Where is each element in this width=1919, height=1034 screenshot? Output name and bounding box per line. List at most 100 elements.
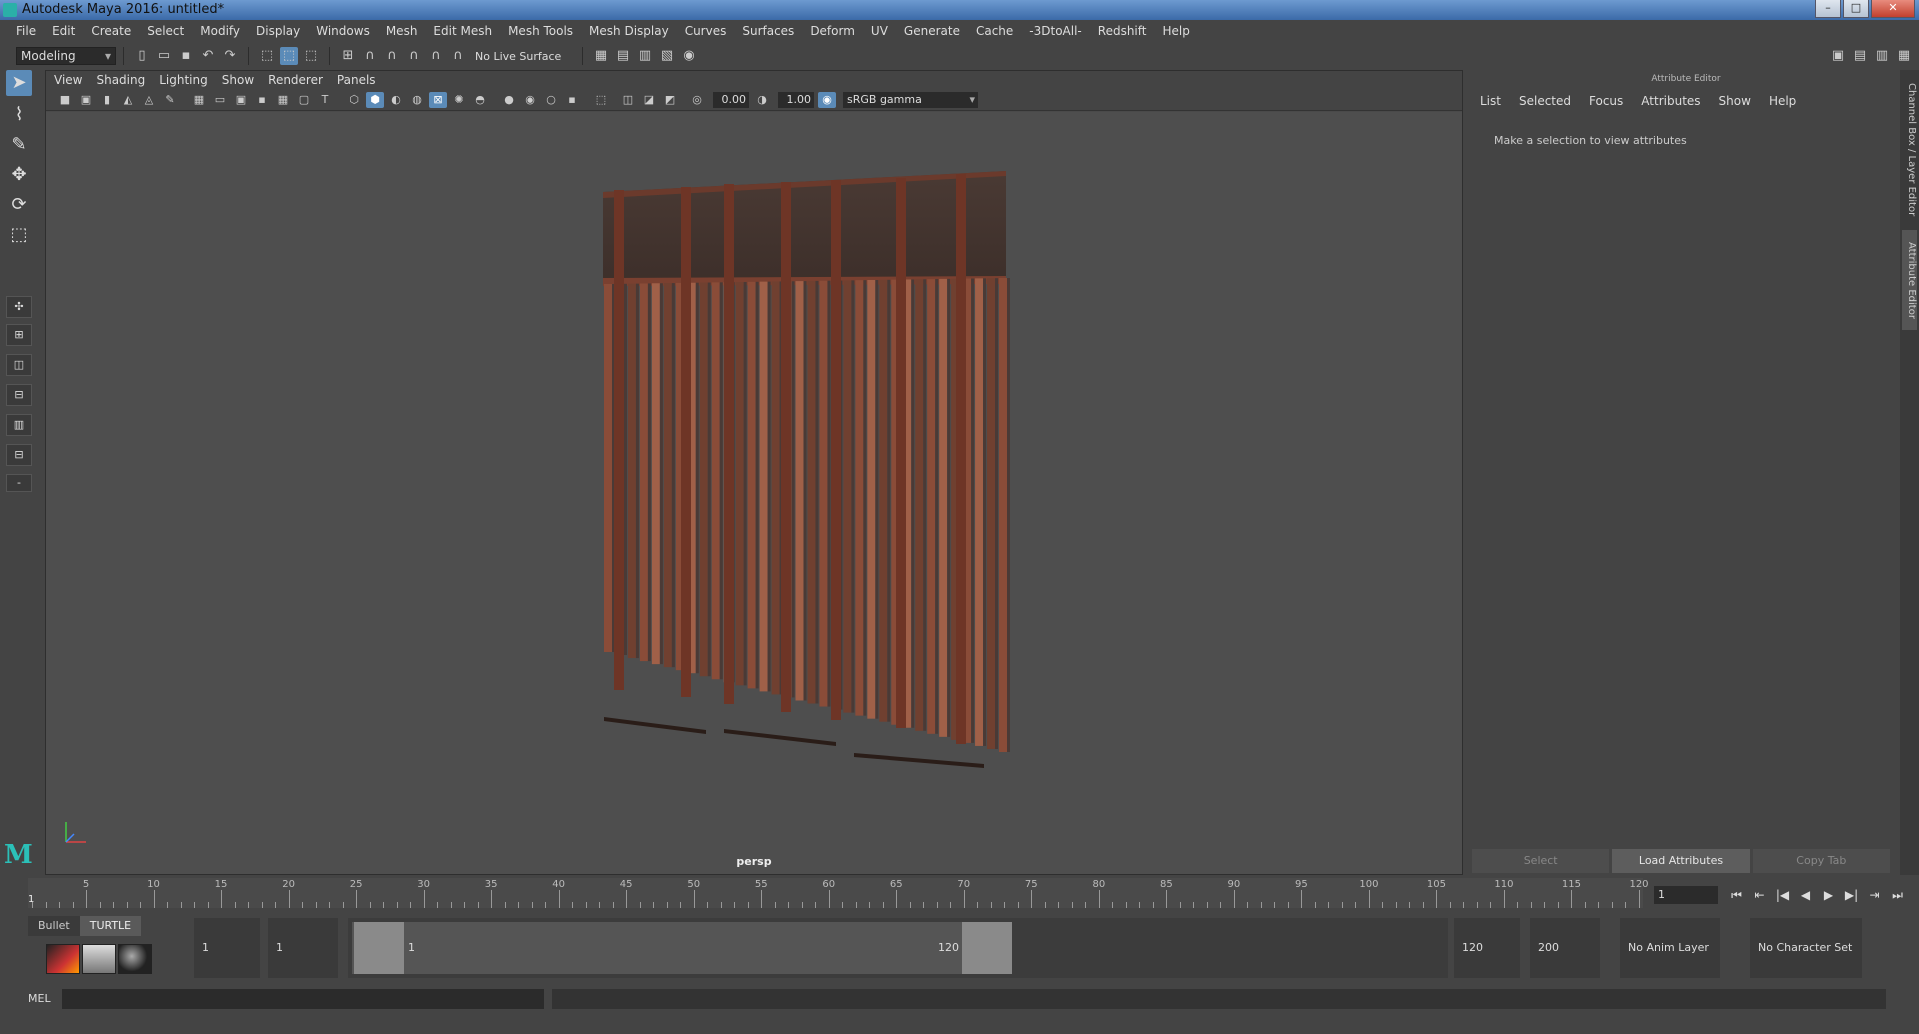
- hypershade-icon[interactable]: ◉: [680, 47, 698, 65]
- anim-layer-dropdown[interactable]: No Anim Layer: [1620, 918, 1720, 978]
- time-ruler[interactable]: 1 5 10 15 20 25 30 35 40 45 50 55 60 65 70 75 80 85 90 95 1…: [28, 878, 1649, 908]
- default-material-icon[interactable]: ◍: [408, 92, 426, 108]
- menu-edit-mesh[interactable]: Edit Mesh: [425, 24, 500, 38]
- depth-of-field-icon[interactable]: ▪: [563, 92, 581, 108]
- four-pane-layout-icon[interactable]: ⊞: [6, 324, 32, 346]
- two-d-pan-icon[interactable]: ◬: [140, 92, 158, 108]
- end-time-field[interactable]: 200: [1530, 918, 1600, 978]
- menu-cache[interactable]: Cache: [968, 24, 1021, 38]
- menu-mesh-display[interactable]: Mesh Display: [581, 24, 677, 38]
- move-tool-icon[interactable]: ✥: [6, 162, 32, 188]
- bookmark-icon[interactable]: ▮: [98, 92, 116, 108]
- field-chart-icon[interactable]: ▦: [274, 92, 292, 108]
- undo-icon[interactable]: ↶: [199, 47, 217, 65]
- playback-start-field[interactable]: 1: [268, 918, 338, 978]
- mel-label[interactable]: MEL: [28, 992, 51, 1005]
- attribute-editor-tab[interactable]: Attribute Editor: [1902, 230, 1917, 330]
- step-forward-frame-icon[interactable]: ▶|: [1842, 886, 1861, 904]
- panel-menu-lighting[interactable]: Lighting: [159, 73, 218, 87]
- menu-windows[interactable]: Windows: [308, 24, 378, 38]
- anti-aliasing-icon[interactable]: ○: [542, 92, 560, 108]
- two-pane-layout-icon[interactable]: ◫: [6, 354, 32, 376]
- step-back-key-icon[interactable]: ⇤: [1750, 886, 1769, 904]
- isolate-select-icon[interactable]: ⬚: [592, 92, 610, 108]
- safe-title-icon[interactable]: T: [316, 92, 334, 108]
- xray-components-icon[interactable]: ◩: [661, 92, 679, 108]
- minimize-icon[interactable]: –: [1815, 0, 1841, 18]
- load-attributes-button[interactable]: Load Attributes: [1612, 849, 1750, 873]
- attribute-editor-toggle-icon[interactable]: ▤: [1851, 47, 1869, 65]
- snap-point-icon[interactable]: ∩: [383, 47, 401, 65]
- exposure-field[interactable]: 0.00: [713, 91, 749, 108]
- wireframe-icon[interactable]: ⬡: [345, 92, 363, 108]
- panel-menu-view[interactable]: View: [54, 73, 92, 87]
- paint-select-tool-icon[interactable]: ✎: [6, 132, 32, 158]
- grid-icon[interactable]: ▦: [190, 92, 208, 108]
- menu-mesh[interactable]: Mesh: [378, 24, 426, 38]
- tool-settings-icon[interactable]: ▥: [1873, 47, 1891, 65]
- close-icon[interactable]: ✕: [1871, 0, 1915, 18]
- exposure-icon[interactable]: ◎: [688, 92, 706, 108]
- xray-icon[interactable]: ◫: [619, 92, 637, 108]
- start-time-field[interactable]: 1: [194, 918, 260, 978]
- menu-uv[interactable]: UV: [863, 24, 896, 38]
- new-scene-icon[interactable]: ▯: [133, 47, 151, 65]
- scene-view[interactable]: persp: [46, 112, 1462, 874]
- menu-modify[interactable]: Modify: [192, 24, 248, 38]
- camera-icon[interactable]: ■: [56, 92, 74, 108]
- playback-end-field[interactable]: 120: [1454, 918, 1520, 978]
- step-back-frame-icon[interactable]: |◀: [1773, 886, 1792, 904]
- menu-file[interactable]: File: [8, 24, 44, 38]
- snap-curve-icon[interactable]: ∩: [361, 47, 379, 65]
- maximize-icon[interactable]: □: [1843, 0, 1869, 18]
- safe-action-icon[interactable]: ▢: [295, 92, 313, 108]
- menu-curves[interactable]: Curves: [677, 24, 735, 38]
- film-gate-icon[interactable]: ▭: [211, 92, 229, 108]
- single-pane-layout-icon[interactable]: ✣: [6, 296, 32, 318]
- hypershade-layout-icon[interactable]: ⊟: [6, 444, 32, 466]
- ae-menu-show[interactable]: Show: [1719, 94, 1751, 108]
- snap-surface-icon[interactable]: ∩: [427, 47, 445, 65]
- menu-3dtoall[interactable]: -3DtoAll-: [1021, 24, 1089, 38]
- redo-icon[interactable]: ↷: [221, 47, 239, 65]
- fence-model[interactable]: [46, 112, 1464, 874]
- image-plane-icon[interactable]: ◭: [119, 92, 137, 108]
- menu-surfaces[interactable]: Surfaces: [734, 24, 802, 38]
- gamma-field[interactable]: 1.00: [778, 91, 814, 108]
- color-management-icon[interactable]: ◉: [818, 91, 836, 108]
- render-settings-icon[interactable]: ▦: [592, 47, 610, 65]
- menu-create[interactable]: Create: [83, 24, 139, 38]
- go-to-start-icon[interactable]: ⏮: [1727, 886, 1746, 904]
- select-hierarchy-icon[interactable]: ⬚: [258, 47, 276, 65]
- snap-live-icon[interactable]: ∩: [449, 47, 467, 65]
- ipr-render-icon[interactable]: ▥: [636, 47, 654, 65]
- ae-menu-selected[interactable]: Selected: [1519, 94, 1571, 108]
- motion-blur-icon[interactable]: ◉: [521, 92, 539, 108]
- menu-mesh-tools[interactable]: Mesh Tools: [500, 24, 581, 38]
- screen-space-ao-icon[interactable]: ●: [500, 92, 518, 108]
- menu-help[interactable]: Help: [1154, 24, 1197, 38]
- gate-mask-icon[interactable]: ▪: [253, 92, 271, 108]
- smooth-shade-icon[interactable]: ⬢: [366, 91, 384, 108]
- persp-outliner-layout-icon[interactable]: ▥: [6, 414, 32, 436]
- shadows-icon[interactable]: ◓: [471, 92, 489, 108]
- time-slider[interactable]: 1 5 10 15 20 25 30 35 40 45 50 55 60 65 70 75 80 85 90 95 1…: [0, 876, 1919, 914]
- panel-menu-renderer[interactable]: Renderer: [268, 73, 333, 87]
- wireframe-on-shaded-icon[interactable]: ◐: [387, 92, 405, 108]
- ae-select-button[interactable]: Select: [1472, 849, 1610, 873]
- use-all-lights-icon[interactable]: ✺: [450, 92, 468, 108]
- viewport-panel[interactable]: View Shading Lighting Show Renderer Pane…: [45, 70, 1463, 875]
- play-forwards-icon[interactable]: ▶: [1819, 886, 1838, 904]
- material-shelf-icon[interactable]: [82, 944, 116, 974]
- menu-set-dropdown[interactable]: Modeling: [16, 47, 116, 65]
- menu-deform[interactable]: Deform: [802, 24, 863, 38]
- ae-menu-list[interactable]: List: [1480, 94, 1501, 108]
- channel-box-tab[interactable]: Channel Box / Layer Editor: [1902, 80, 1917, 220]
- open-scene-icon[interactable]: ▭: [155, 47, 173, 65]
- ae-menu-help[interactable]: Help: [1769, 94, 1796, 108]
- save-scene-icon[interactable]: ▪: [177, 47, 195, 65]
- persp-graph-layout-icon[interactable]: ⊟: [6, 384, 32, 406]
- command-input[interactable]: [62, 989, 544, 1009]
- range-start-handle[interactable]: [354, 922, 404, 974]
- panel-menu-show[interactable]: Show: [222, 73, 264, 87]
